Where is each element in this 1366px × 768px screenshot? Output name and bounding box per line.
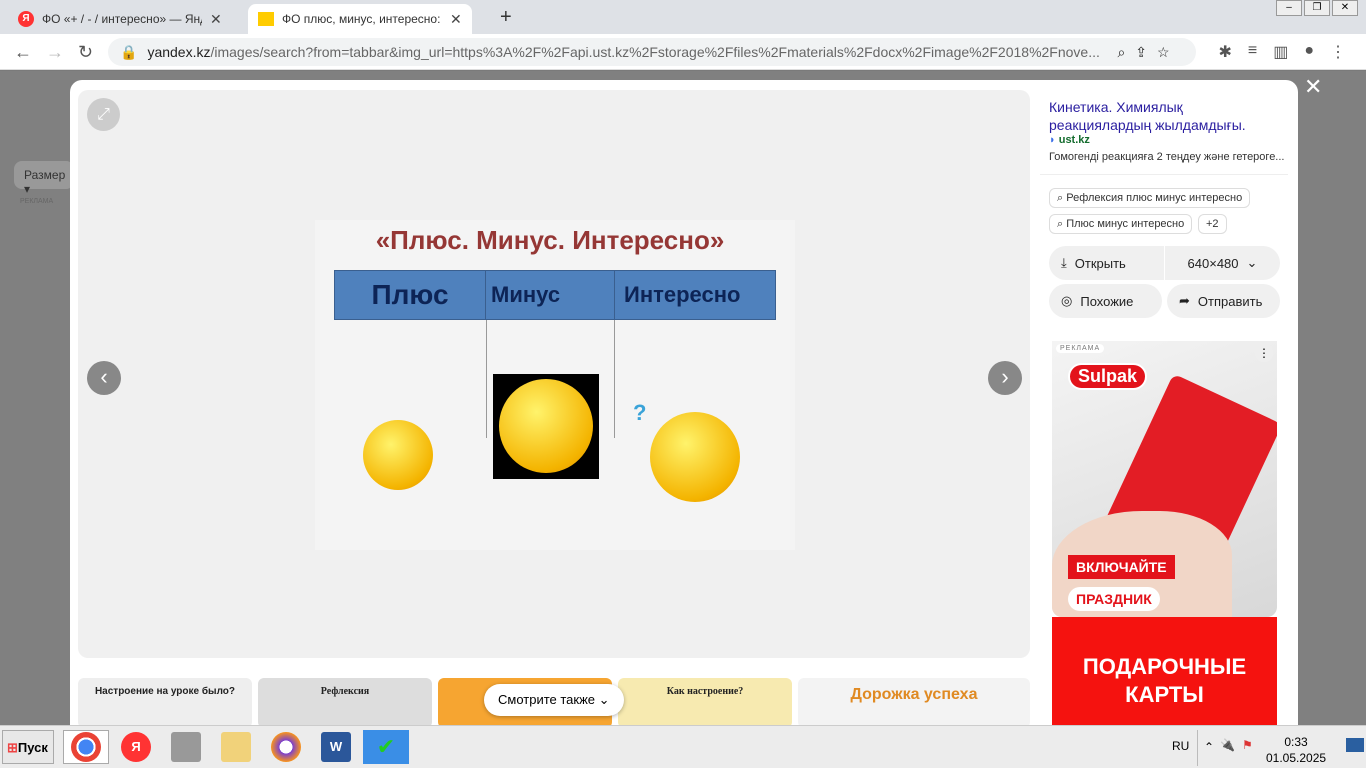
forward-button[interactable]: → — [46, 42, 64, 63]
taskbar: ⊞Пуск Я W ✔ RU ⌃ 🔌 ⚑ 0:33 01.05.2025 — [0, 725, 1366, 768]
slide-title: «Плюс. Минус. Интересно» — [375, 225, 725, 255]
slide-table-header: Плюс Минус Интересно — [334, 270, 776, 320]
maximize-button[interactable]: ❐ — [1304, 0, 1330, 16]
yandex-browser-icon[interactable]: Я — [113, 730, 159, 764]
bookmark-star-icon[interactable]: ☆ — [1157, 44, 1170, 61]
similar-button[interactable]: ◎ Похожие — [1049, 284, 1162, 318]
yandex-icon: Я — [18, 11, 34, 27]
power-icon[interactable]: 🔌 — [1220, 738, 1235, 752]
thinking-smiley-icon — [650, 412, 740, 502]
chrome-icon[interactable] — [63, 730, 109, 764]
ad-menu-icon[interactable]: ⋮ — [1255, 344, 1273, 362]
size-dropdown[interactable]: 640×480 ⌄ — [1165, 246, 1280, 280]
share-button[interactable]: ➦ Отправить — [1167, 284, 1280, 318]
show-hidden-icons[interactable]: ⌃ — [1204, 740, 1214, 754]
sulpak-logo: Sulpak — [1068, 363, 1148, 390]
thumbnail[interactable]: Рефлексия — [258, 678, 432, 725]
tag-chip[interactable]: ⌕ Плюс минус интересно — [1049, 214, 1193, 234]
minimize-button[interactable]: – — [1276, 0, 1302, 16]
column-minus: Минус — [486, 271, 615, 319]
close-window-button[interactable]: ✕ — [1332, 0, 1358, 16]
column-plus: Плюс — [335, 271, 486, 319]
chevron-down-icon: ⌄ — [598, 692, 610, 707]
close-tab-icon[interactable]: ✕ — [210, 11, 222, 28]
slide-image: «Плюс. Минус. Интересно» Плюс Минус Инте… — [315, 220, 795, 550]
share-arrow-icon: ➦ — [1179, 293, 1190, 308]
tab-yandex-search[interactable]: Я ФО «+ / - / интересно» — Яндекс ✕ — [8, 4, 232, 34]
zoom-icon[interactable]: ⌕ — [1117, 44, 1125, 61]
source-title-link[interactable]: Кинетика. Химиялық реакциялардың жылдамд… — [1049, 98, 1284, 134]
action-center-icon[interactable]: ✔ — [363, 730, 409, 764]
word-icon[interactable]: W — [313, 730, 359, 764]
share-icon[interactable]: ⇪ — [1135, 44, 1147, 61]
folder-icon[interactable] — [213, 730, 259, 764]
url-input[interactable]: 🔒 yandex.kz/images/search?from=tabbar&im… — [108, 38, 1196, 66]
source-description: Гомогенді реакцияға 2 теңдеу және гетеро… — [1049, 151, 1285, 163]
open-button[interactable]: ⤓ Открыть — [1049, 246, 1164, 280]
address-bar-row: ← → ↻ 🔒 yandex.kz/images/search?from=tab… — [0, 34, 1366, 70]
see-also-button[interactable]: Смотрите также ⌄ — [484, 684, 624, 716]
lock-icon: 🔒 — [120, 43, 138, 60]
site-shield-icon: ◗ — [1049, 134, 1056, 146]
windows-logo-icon: ⊞ — [7, 740, 18, 755]
question-marks-icon: ? — [633, 400, 647, 425]
tab-bar: Я ФО «+ / - / интересно» — Яндекс ✕ ФО п… — [0, 0, 1366, 34]
thumbnail[interactable]: Как настроение? — [618, 678, 792, 725]
download-icon: ⤓ — [1061, 255, 1067, 270]
source-link[interactable]: ◗ ust.kz — [1049, 134, 1090, 146]
size-filter[interactable]: Размер ▾ — [14, 161, 74, 196]
image-icon — [258, 12, 274, 26]
fax-icon[interactable] — [163, 730, 209, 764]
previous-image-button[interactable]: ‹ — [87, 361, 121, 395]
sidebar-icon[interactable]: ▥ — [1273, 42, 1288, 62]
happy-smiley-icon — [363, 420, 433, 490]
tag-chip[interactable]: ⌕ Рефлексия плюс минус интересно — [1049, 188, 1251, 208]
more-tags-button[interactable]: +2 — [1198, 214, 1227, 234]
close-viewer-button[interactable]: ✕ — [1304, 74, 1322, 100]
system-tray: ⌃ 🔌 ⚑ 0:33 01.05.2025 — [1197, 730, 1366, 766]
fullscreen-button[interactable]: ⤢ — [87, 98, 120, 131]
media-icon[interactable]: ≡ — [1248, 42, 1257, 62]
clock[interactable]: 0:33 01.05.2025 — [1266, 734, 1326, 766]
extensions-icon[interactable]: ✱ — [1218, 42, 1231, 62]
window-controls: – ❐ ✕ — [1276, 0, 1358, 16]
next-image-button[interactable]: › — [988, 361, 1022, 395]
ad-headline: ПОДАРОЧНЫЕ КАРТЫ — [1052, 617, 1277, 725]
thumbnail[interactable]: Дорожка успеха — [798, 678, 1030, 725]
show-desktop-icon[interactable] — [1346, 738, 1364, 752]
lens-icon: ◎ — [1061, 293, 1073, 308]
new-tab-button[interactable]: + — [500, 6, 512, 29]
chevron-down-icon: ⌄ — [1246, 255, 1258, 270]
back-button[interactable]: ← — [14, 42, 32, 63]
image-info-card: Кинетика. Химиялық реакциялардың жылдамд… — [1040, 90, 1288, 326]
column-interesting: Интересно — [624, 282, 741, 307]
tab-image[interactable]: ФО плюс, минус, интересно: 1 тыс ✕ — [248, 4, 472, 34]
menu-icon[interactable]: ⋮ — [1330, 42, 1346, 62]
profile-icon[interactable]: ● — [1304, 42, 1314, 62]
thumbnail[interactable]: Настроение на уроке было? — [78, 678, 252, 725]
reload-button[interactable]: ↻ — [78, 42, 93, 63]
ad-label: РЕКЛАМА — [20, 198, 54, 205]
vpn-browser-icon[interactable] — [263, 730, 309, 764]
close-tab-icon[interactable]: ✕ — [450, 11, 462, 28]
action-center-flag-icon[interactable]: ⚑ — [1242, 738, 1253, 752]
language-indicator[interactable]: RU — [1172, 739, 1189, 753]
start-button[interactable]: ⊞Пуск — [2, 730, 54, 764]
sad-smiley-icon — [493, 374, 599, 479]
sulpak-ad[interactable]: РЕКЛАМА Sulpak ВКЛЮЧАЙТЕ ПРАЗДНИК ⋮ ПОДА… — [1040, 333, 1288, 725]
